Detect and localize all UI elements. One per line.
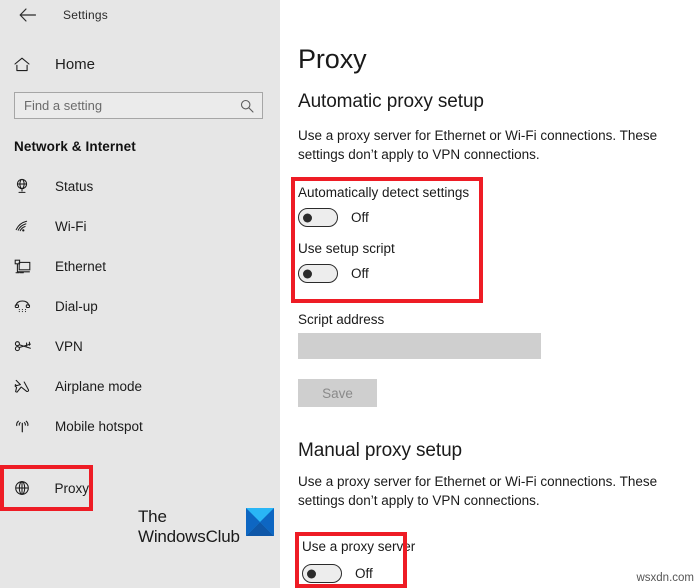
sidebar-item-proxy-label: Proxy (54, 480, 89, 496)
main-content: Proxy Automatic proxy setup Use a proxy … (280, 0, 700, 588)
vpn-key-icon (14, 339, 36, 353)
use-proxy-server-state: Off (355, 566, 373, 581)
sidebar-item-airplane-mode[interactable]: Airplane mode (0, 366, 280, 406)
sidebar-item-status[interactable]: Status (0, 166, 280, 206)
proxy-globe-icon (14, 480, 35, 496)
use-proxy-server-label: Use a proxy server (302, 539, 416, 554)
sidebar-item-ethernet[interactable]: Ethernet (0, 246, 280, 286)
sidebar-item-vpn[interactable]: VPN (0, 326, 280, 366)
airplane-icon (14, 378, 36, 394)
back-arrow-icon[interactable] (14, 2, 40, 28)
title-bar: Settings (0, 0, 280, 30)
windowsclub-watermark: The WindowsClub (138, 507, 274, 547)
sidebar-item-home-label: Home (55, 55, 96, 73)
windowsclub-logo-icon (245, 508, 274, 536)
use-proxy-server-toggle-knob (307, 569, 316, 578)
sidebar-item-mobile-hotspot-label: Mobile hotspot (55, 418, 143, 434)
auto-detect-state: Off (351, 210, 369, 225)
manual-proxy-description: Use a proxy server for Ethernet or Wi-Fi… (298, 474, 658, 508)
automatic-proxy-heading: Automatic proxy setup (298, 91, 484, 112)
search-input[interactable] (15, 92, 231, 119)
page-title: Proxy (298, 44, 367, 74)
settings-window: Settings Home Network & Internet (0, 0, 700, 588)
watermark-line-1: The (138, 507, 167, 526)
sidebar-item-vpn-label: VPN (55, 338, 83, 354)
sidebar-item-ethernet-label: Ethernet (55, 258, 107, 274)
setup-script-toggle-knob (303, 269, 312, 278)
setup-script-label: Use setup script (298, 241, 395, 256)
use-proxy-server-toggle-row[interactable]: Off (302, 564, 415, 583)
sidebar-nav-list: Status Wi-Fi Ethernet Dial-up VPN Airpla… (0, 166, 280, 511)
watermark-line-2: WindowsClub (138, 527, 240, 546)
sidebar-item-mobile-hotspot[interactable]: Mobile hotspot (0, 406, 280, 446)
setup-script-state: Off (351, 266, 369, 281)
sidebar-item-proxy[interactable]: Proxy (0, 465, 93, 511)
sidebar-item-dialup[interactable]: Dial-up (0, 286, 280, 326)
home-icon (14, 57, 36, 72)
sidebar-item-home[interactable]: Home (0, 49, 280, 79)
source-watermark: wsxdn.com (636, 572, 694, 584)
ethernet-icon (14, 259, 36, 274)
status-globe-icon (14, 178, 36, 194)
use-proxy-server-toggle[interactable] (302, 564, 342, 583)
search-box[interactable] (14, 92, 263, 119)
hotspot-icon (14, 419, 36, 434)
manual-proxy-heading: Manual proxy setup (298, 440, 463, 461)
window-title: Settings (63, 8, 108, 22)
setup-script-toggle[interactable] (298, 264, 338, 283)
use-proxy-server-block: Use a proxy server Off (302, 538, 415, 583)
script-address-label: Script address (298, 312, 385, 327)
sidebar-item-status-label: Status (55, 178, 94, 194)
auto-detect-label: Automatically detect settings (298, 185, 470, 200)
sidebar-item-wifi-label: Wi-Fi (55, 218, 87, 234)
sidebar: Settings Home Network & Internet (0, 0, 280, 588)
script-address-input[interactable] (298, 333, 541, 359)
search-icon[interactable] (240, 99, 254, 113)
sidebar-item-dialup-label: Dial-up (55, 298, 98, 314)
dialup-phone-icon (14, 299, 36, 314)
wifi-icon (14, 219, 36, 233)
sidebar-section-title: Network & Internet (14, 139, 136, 154)
setup-script-block: Use setup script Off (298, 241, 469, 283)
auto-detect-toggle-knob (303, 213, 312, 222)
automatic-toggles-block: Automatically detect settings Off Use se… (298, 185, 469, 283)
automatic-proxy-description: Use a proxy server for Ethernet or Wi-Fi… (298, 128, 658, 162)
auto-detect-toggle[interactable] (298, 208, 338, 227)
sidebar-item-wifi[interactable]: Wi-Fi (0, 206, 280, 246)
sidebar-item-airplane-mode-label: Airplane mode (55, 378, 143, 394)
setup-script-toggle-row[interactable]: Off (298, 264, 469, 283)
auto-detect-toggle-row[interactable]: Off (298, 208, 469, 227)
save-button[interactable]: Save (298, 379, 377, 407)
